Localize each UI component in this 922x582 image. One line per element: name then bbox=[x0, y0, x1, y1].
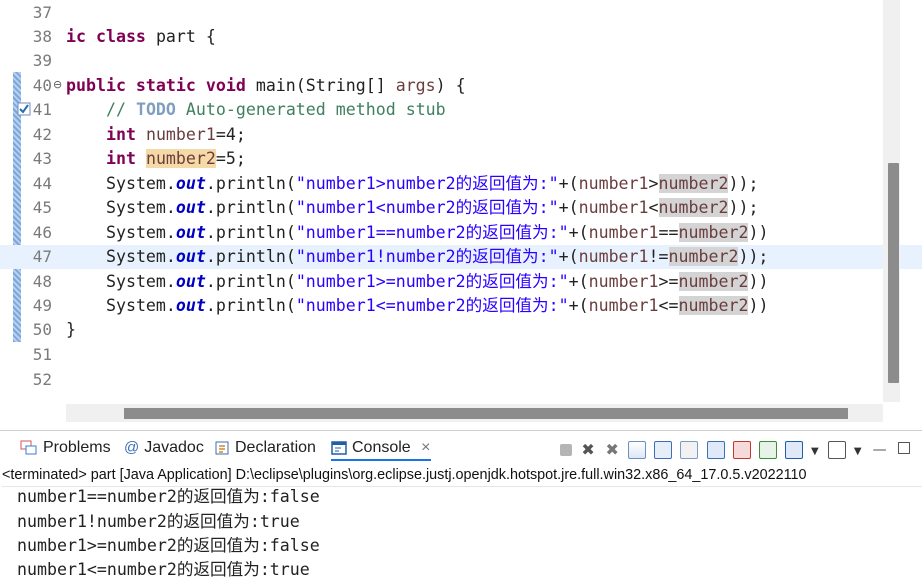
code-line[interactable]: 46 System.out.println("number1==number2的… bbox=[0, 221, 922, 245]
code-text: System.out.println("number1>=number2的返回值… bbox=[105, 272, 769, 291]
console-toolbar: ✖ ✖ ▼ ▼ — bbox=[560, 439, 910, 459]
code-text: ic class part { bbox=[66, 27, 216, 46]
line-number: 44 bbox=[32, 174, 52, 193]
word-wrap-icon[interactable] bbox=[680, 440, 699, 459]
code-text: int number1=4; bbox=[105, 125, 246, 144]
line-number: 50 bbox=[32, 320, 52, 339]
code-text: System.out.println("number1>number2的返回值为… bbox=[105, 174, 759, 193]
tab-console[interactable]: Console × bbox=[331, 437, 431, 461]
code-line[interactable]: 44 System.out.println("number1>number2的返… bbox=[0, 172, 922, 196]
console-icon bbox=[331, 441, 347, 455]
close-icon[interactable]: × bbox=[421, 439, 430, 456]
maximize-icon[interactable] bbox=[897, 442, 910, 454]
code-text: System.out.println("number1==number2的返回值… bbox=[105, 223, 769, 242]
code-line[interactable]: 50 } bbox=[0, 318, 922, 342]
problems-icon bbox=[20, 440, 37, 455]
code-text: // TODO Auto-generated method stub bbox=[105, 100, 446, 119]
pin-console-icon[interactable] bbox=[758, 440, 777, 459]
horizontal-scrollbar-thumb[interactable] bbox=[124, 408, 848, 419]
panel-tab-bar: Problems @ Javadoc Declaration Console × … bbox=[0, 431, 922, 463]
display-console-icon[interactable] bbox=[784, 440, 803, 459]
code-line[interactable]: 40 ⊖ public static void main(String[] ar… bbox=[0, 74, 922, 98]
console-output-line: number1<=number2的返回值为:true bbox=[17, 560, 310, 579]
console-output-line: number1!number2的返回值为:true bbox=[17, 512, 300, 531]
code-line[interactable]: 42 int number1=4; bbox=[0, 123, 922, 147]
line-number: 52 bbox=[32, 370, 52, 389]
at-icon: @ bbox=[124, 439, 140, 456]
code-line[interactable]: 45 System.out.println("number1<number2的返… bbox=[0, 196, 922, 220]
chevron-down-icon[interactable]: ▼ bbox=[854, 446, 862, 457]
code-text: System.out.println("number1<=number2的返回值… bbox=[105, 296, 769, 315]
code-line[interactable]: 48 System.out.println("number1>=number2的… bbox=[0, 270, 922, 294]
tab-problems[interactable]: Problems bbox=[20, 437, 111, 459]
line-number: 45 bbox=[32, 198, 52, 217]
fold-collapse-icon[interactable]: ⊖ bbox=[53, 79, 65, 91]
code-text: } bbox=[66, 320, 76, 339]
line-number: 46 bbox=[32, 223, 52, 242]
line-number: 40 bbox=[32, 76, 52, 95]
code-text: System.out.println("number1<number2的返回值为… bbox=[105, 198, 759, 217]
code-line[interactable]: 39 bbox=[0, 49, 922, 73]
line-number: 47 bbox=[32, 247, 52, 266]
code-line[interactable]: 37 bbox=[0, 1, 922, 25]
terminate-icon[interactable] bbox=[560, 443, 572, 456]
remove-all-icon[interactable]: ✖ bbox=[604, 441, 620, 458]
minimize-icon[interactable]: — bbox=[873, 442, 887, 458]
line-number: 38 bbox=[32, 27, 52, 46]
show-on-error-icon[interactable] bbox=[732, 440, 751, 459]
line-number: 37 bbox=[32, 3, 52, 22]
tab-declaration[interactable]: Declaration bbox=[214, 437, 316, 459]
bottom-panel: Problems @ Javadoc Declaration Console × … bbox=[0, 430, 922, 579]
console-process-label: <terminated> part [Java Application] D:\… bbox=[2, 464, 922, 487]
selected-variable: number2 bbox=[145, 149, 216, 168]
code-text: System.out.println("number1!number2的返回值为… bbox=[105, 247, 769, 266]
open-console-icon[interactable] bbox=[827, 440, 846, 459]
code-text: public static void main(String[] args) { bbox=[66, 76, 466, 95]
code-line[interactable]: 41 // TODO Auto-generated method stub bbox=[0, 98, 922, 122]
tab-javadoc[interactable]: @ Javadoc bbox=[124, 437, 204, 459]
declaration-icon bbox=[215, 441, 229, 455]
line-number: 48 bbox=[32, 272, 52, 291]
console-output-line: number1==number2的返回值为:false bbox=[17, 487, 320, 506]
line-number: 43 bbox=[32, 149, 52, 168]
chevron-down-icon[interactable]: ▼ bbox=[811, 446, 819, 457]
clear-console-icon[interactable] bbox=[628, 440, 647, 459]
current-code-line[interactable]: 47 System.out.println("number1!number2的返… bbox=[0, 245, 922, 269]
line-number: 42 bbox=[32, 125, 52, 144]
code-line[interactable]: 49 System.out.println("number1<=number2的… bbox=[0, 294, 922, 318]
line-number: 51 bbox=[32, 345, 52, 364]
code-line[interactable]: 38 ic class part { bbox=[0, 25, 922, 49]
code-editor[interactable]: 37 38 ic class part { 39 40 ⊖ public sta… bbox=[0, 0, 922, 428]
code-line[interactable]: 43 int number2=5; bbox=[0, 147, 922, 171]
line-number: 49 bbox=[32, 296, 52, 315]
code-line[interactable]: 51 bbox=[0, 343, 922, 367]
code-line[interactable]: 52 bbox=[0, 368, 922, 392]
remove-launch-icon[interactable]: ✖ bbox=[580, 441, 596, 458]
console-output-line: number1>=number2的返回值为:false bbox=[17, 536, 320, 555]
task-marker-icon[interactable] bbox=[17, 102, 31, 116]
vertical-scrollbar-thumb[interactable] bbox=[888, 163, 899, 383]
scroll-lock-icon[interactable] bbox=[654, 440, 673, 459]
show-on-output-icon[interactable] bbox=[706, 440, 725, 459]
line-number: 39 bbox=[32, 51, 52, 70]
code-text: int number2=5; bbox=[105, 149, 246, 168]
